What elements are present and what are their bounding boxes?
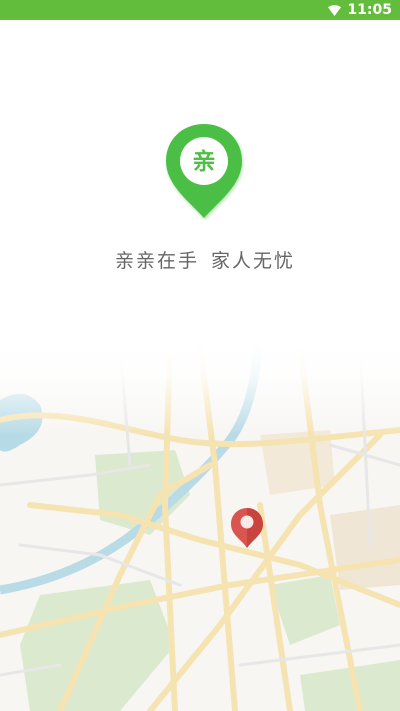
app-logo: 亲 (163, 122, 245, 220)
logo-character: 亲 (192, 149, 216, 175)
wifi-icon (328, 4, 342, 16)
status-time: 11:05 (347, 2, 392, 18)
location-pin-icon (230, 507, 264, 549)
slogan-part2: 家人无忧 (211, 250, 296, 272)
status-icons: 11:05 (328, 0, 392, 20)
status-bar: 11:05 (0, 0, 400, 20)
map-top-fade (0, 345, 400, 435)
map-illustration (0, 345, 400, 711)
slogan: 亲亲在手 家人无忧 (0, 246, 400, 273)
slogan-part1: 亲亲在手 (114, 250, 199, 272)
